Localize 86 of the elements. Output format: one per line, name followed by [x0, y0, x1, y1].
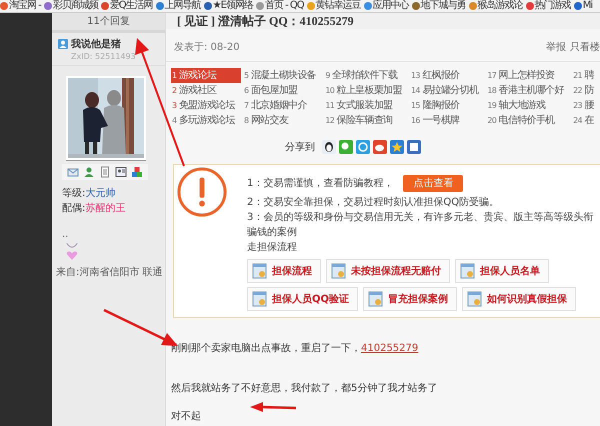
post-action-link[interactable]: 只看楼: [570, 40, 600, 54]
guarantee-link[interactable]: 担保人员QQ验证: [247, 287, 358, 311]
field-label: 等级:: [62, 188, 86, 199]
signature-text: ..: [61, 230, 68, 240]
ad-link[interactable]: 5 混凝土砌块设备: [243, 68, 322, 83]
guarantee-link[interactable]: 担保流程: [247, 259, 321, 283]
circle-logo-icon[interactable]: [356, 140, 370, 154]
share-label: 分享到: [285, 140, 315, 154]
bookmark-link[interactable]: ★E领网络: [212, 0, 253, 12]
notice-text: 2：交易安全靠担保，交易过程时刻认准担保QQ防受骗。: [247, 196, 500, 210]
ad-link[interactable]: 13 红枫报价: [410, 68, 484, 83]
ad-link[interactable]: 20 电信特价手机: [486, 113, 570, 128]
ad-link[interactable]: 7 北京婚姻中介: [243, 98, 322, 113]
site-icon[interactable]: [526, 2, 534, 10]
guarantee-link[interactable]: 担保人员名单: [455, 259, 549, 283]
post-text: 然后我就站务了不好意思，我付款了，都5分钟了我才站务了: [171, 382, 438, 396]
ad-link[interactable]: 10 粒上皇板栗加盟: [324, 83, 408, 98]
post-action-link[interactable]: 举报: [546, 40, 566, 54]
site-icon[interactable]: [204, 2, 212, 10]
ad-link[interactable]: 24 在: [572, 113, 600, 128]
document-icon[interactable]: [99, 166, 111, 178]
site-icon[interactable]: [468, 2, 477, 10]
profile-card-icon[interactable]: [115, 166, 127, 178]
field-label: 配偶:: [62, 203, 86, 214]
guarantee-link[interactable]: 冒充担保案例: [363, 287, 458, 311]
ad-link[interactable]: 21 聘: [572, 68, 600, 83]
site-icon[interactable]: [364, 2, 372, 10]
guarantee-link[interactable]: 未按担保流程无赔付: [326, 259, 450, 283]
ad-link[interactable]: 22 防: [572, 83, 600, 98]
ad-link[interactable]: 23 腰: [572, 98, 600, 113]
notice-text: 3：会员的等级和身份与交易信用无关，有许多元老、贵宾、版主等高等级头衔骗钱的案例: [247, 210, 594, 240]
ad-link[interactable]: 18 香港主机哪个好: [486, 83, 570, 98]
bookmark-link[interactable]: 猴岛游戏论: [478, 0, 523, 12]
ad-link[interactable]: 12 保险车辆查询: [324, 113, 408, 128]
site-icon[interactable]: [156, 2, 164, 10]
username[interactable]: 我说他是猪: [71, 37, 121, 51]
document-icon: [467, 291, 484, 307]
document-icon: [368, 291, 384, 307]
ad-link[interactable]: 14 易拉罐分切机: [410, 83, 484, 98]
annotation-arrow: [250, 402, 296, 412]
ad-link[interactable]: 1 游戏论坛: [171, 68, 241, 83]
site-icon[interactable]: [412, 2, 420, 10]
post-date: 发表于: 08-20: [174, 40, 240, 54]
add-friend-icon[interactable]: [83, 166, 95, 178]
warning-icon: [177, 167, 227, 217]
site-icon[interactable]: [574, 2, 582, 10]
bookmark-link[interactable]: 地下城与勇: [420, 0, 466, 12]
field-value: 苏醒的王: [85, 203, 126, 214]
ad-link[interactable]: 9 全球拍软件下载: [324, 68, 408, 83]
blocks-icon[interactable]: [131, 166, 143, 178]
guarantee-link[interactable]: 如何识别真假担保: [462, 287, 576, 311]
user-icon: [58, 39, 68, 49]
ad-link[interactable]: 19 轴大地游戏: [486, 98, 570, 113]
site-icon[interactable]: [256, 2, 264, 10]
document-icon: [252, 263, 268, 279]
ad-link[interactable]: 6 面包屋加盟: [243, 83, 322, 98]
ad-link[interactable]: 15 隆胸报价: [410, 98, 484, 113]
ad-link[interactable]: 2 游戏社区: [171, 83, 241, 98]
notice-text: 1：交易需谨慎，查看防骗教程，: [247, 176, 394, 191]
location-text: 来自:河南省信阳市 联通: [55, 266, 163, 279]
field-value: 大元帅: [85, 188, 116, 199]
qq-number-link[interactable]: 410255279: [361, 343, 418, 354]
ad-link[interactable]: 17 网上怎样投资: [486, 68, 570, 83]
site-icon[interactable]: [0, 2, 8, 10]
ad-link[interactable]: 4 多玩游戏论坛: [171, 113, 241, 128]
ad-link[interactable]: 11 女式服装加盟: [324, 98, 408, 113]
document-icon: [252, 291, 268, 307]
user-id: ZxID: 52511493: [70, 51, 137, 62]
bookmark-link[interactable]: 爱Q生活网: [110, 0, 153, 12]
bookmark-link[interactable]: Mi: [582, 0, 592, 12]
bookmark-link[interactable]: 黄钻幸运豆: [316, 0, 361, 12]
ad-link[interactable]: 3 免盟游戏论坛: [171, 98, 241, 113]
heart-pendant-icon: [65, 242, 79, 262]
reply-count: 11个回复: [52, 13, 165, 33]
post-text: 对不起: [171, 410, 202, 424]
notice-text: 走担保流程: [247, 240, 298, 255]
document-icon: [331, 263, 347, 279]
star-icon[interactable]: [390, 140, 404, 154]
bookmark-link[interactable]: 首页 - QQ: [264, 0, 304, 12]
ad-link[interactable]: 8 网站交友: [243, 113, 322, 128]
ad-link[interactable]: 16 一号棋牌: [410, 113, 484, 128]
mail-icon[interactable]: [67, 166, 79, 178]
post-title: [ 见证 ] 澄清帖子 QQ：410255279: [166, 13, 600, 29]
site-icon[interactable]: [44, 2, 52, 10]
document-icon: [460, 263, 476, 279]
site-icon[interactable]: [100, 2, 109, 10]
